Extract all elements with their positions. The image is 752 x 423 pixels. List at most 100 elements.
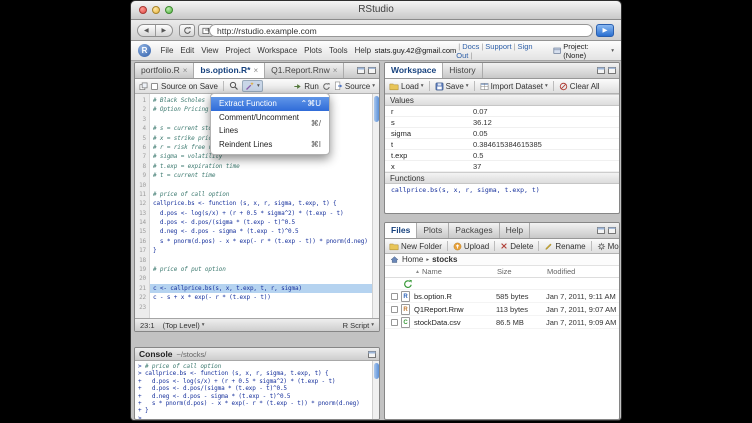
file-name[interactable]: Q1Report.Rnw [414, 305, 496, 314]
files-tab-files[interactable]: Files [385, 223, 417, 238]
breadcrumb-stocks[interactable]: stocks [432, 255, 457, 264]
maximize-pane-icon[interactable] [368, 351, 376, 358]
back-button[interactable]: ◀ [138, 25, 155, 36]
menu-tools[interactable]: Tools [325, 41, 351, 61]
files-tab-packages[interactable]: Packages [449, 223, 499, 238]
column-size[interactable]: Size [497, 267, 547, 276]
workspace-value-row[interactable]: t.exp0.5 [385, 150, 619, 161]
url-field[interactable] [209, 24, 593, 37]
project-selector[interactable]: Project: (None) ▾ [553, 42, 614, 60]
editor-line[interactable]: 22c - s + x * exp(- r * (t.exp - t)) [135, 293, 379, 302]
file-row[interactable]: Rbs.option.R585 bytesJan 7, 2011, 9:11 A… [385, 290, 619, 303]
editor-scrollbar[interactable] [372, 94, 379, 318]
new-folder-button[interactable]: New Folder [389, 242, 442, 251]
column-name[interactable]: ▲ Name [385, 267, 497, 276]
column-modified[interactable]: Modified [547, 267, 575, 276]
rerun-icon[interactable] [322, 82, 331, 91]
editor-line[interactable]: 16 s * pnorm(d.pos) - x * exp(- r * (t.e… [135, 237, 379, 246]
maximize-pane-icon[interactable] [608, 227, 616, 234]
scrollbar-thumb[interactable] [374, 96, 379, 122]
load-button[interactable]: Load ▾ [389, 82, 424, 91]
source-tab-portfolio-r[interactable]: portfolio.R× [135, 63, 194, 78]
find-icon[interactable] [229, 81, 239, 91]
menu-plots[interactable]: Plots [301, 41, 326, 61]
editor-line[interactable]: 23 [135, 303, 379, 312]
forward-button[interactable]: ▶ [155, 25, 173, 36]
workspace-tab-history[interactable]: History [443, 63, 482, 78]
save-button[interactable]: Save ▾ [435, 82, 469, 91]
editor-line[interactable]: 19# price of put option [135, 265, 379, 274]
home-icon[interactable] [390, 255, 399, 264]
scope-selector[interactable]: (Top Level) ▾ [163, 321, 205, 330]
close-icon[interactable]: × [183, 63, 188, 78]
more-button[interactable]: More ▾ [597, 242, 620, 251]
zoom-window-button[interactable] [165, 6, 173, 14]
link-support[interactable]: Support [485, 42, 511, 51]
workspace-tab-workspace[interactable]: Workspace [385, 63, 443, 78]
import-dataset-button[interactable]: Import Dataset ▾ [480, 82, 548, 91]
window-titlebar[interactable]: RStudio [131, 1, 621, 20]
code-tools-button[interactable]: ▾ [242, 80, 263, 92]
rename-button[interactable]: Rename [544, 242, 585, 251]
workspace-value-row[interactable]: x37 [385, 161, 619, 172]
close-icon[interactable]: × [253, 63, 258, 78]
file-row[interactable]: CstockData.csv86.5 MBJan 7, 2011, 9:09 A… [385, 316, 619, 329]
editor-line[interactable]: 9# t = current time [135, 171, 379, 180]
menu-workspace[interactable]: Workspace [254, 41, 301, 61]
editor-line[interactable]: 15 d.neg <- d.pos - sigma * (t.exp - t)^… [135, 227, 379, 236]
editor-line[interactable]: 14 d.pos <- d.pos/(sigma * (t.exp - t)^0… [135, 218, 379, 227]
checkbox[interactable] [391, 306, 398, 313]
run-button[interactable]: Run [293, 82, 319, 91]
function-signature[interactable]: callprice.bs(s, x, r, sigma, t.exp, t) [385, 184, 619, 196]
link-docs[interactable]: Docs [462, 42, 479, 51]
breadcrumb-home[interactable]: Home [402, 255, 423, 264]
reload-button[interactable] [179, 24, 195, 37]
checkbox[interactable] [391, 319, 398, 326]
editor-line[interactable]: 13 d.pos <- log(s/x) + (r + 0.5 * sigma^… [135, 209, 379, 218]
menu-help[interactable]: Help [351, 41, 374, 61]
workspace-value-row[interactable]: s36.12 [385, 117, 619, 128]
maximize-pane-icon[interactable] [608, 67, 616, 74]
file-name[interactable]: bs.option.R [414, 292, 496, 301]
clear-all-button[interactable]: Clear All [559, 82, 600, 91]
menu-project[interactable]: Project [222, 41, 254, 61]
source-tab-bs-option-r[interactable]: bs.option.R*× [194, 63, 265, 78]
close-window-button[interactable] [139, 6, 147, 14]
menu-item-reindent-lines[interactable]: Reindent Lines⌘I [211, 138, 329, 152]
workspace-value-row[interactable]: r0.07 [385, 106, 619, 117]
minimize-pane-icon[interactable] [597, 67, 605, 74]
menu-edit[interactable]: Edit [177, 41, 198, 61]
go-button[interactable]: ▶ [596, 24, 614, 37]
console-scrollbar[interactable] [372, 361, 379, 419]
source-on-save-checkbox[interactable] [151, 83, 158, 90]
file-name[interactable]: stockData.csv [414, 318, 496, 327]
source-tab-q1-report-rnw[interactable]: Q1.Report.Rnw× [265, 63, 344, 78]
parent-directory-row[interactable] [385, 278, 619, 290]
source-button[interactable]: Source ▾ [334, 81, 375, 91]
editor-line[interactable]: 8# t.exp = expiration time [135, 162, 379, 171]
upload-button[interactable]: Upload [453, 242, 489, 251]
editor-line[interactable]: 21c <- callprice.bs(s, x, t.exp, t, r, s… [135, 284, 379, 293]
refresh-up-icon[interactable] [403, 279, 413, 289]
editor-line[interactable]: 17} [135, 246, 379, 255]
checkbox[interactable] [391, 293, 398, 300]
editor-line[interactable]: 20 [135, 274, 379, 283]
workspace-value-row[interactable]: t0.384615384615385 [385, 139, 619, 150]
files-tab-plots[interactable]: Plots [417, 223, 449, 238]
maximize-pane-icon[interactable] [368, 67, 376, 74]
close-icon[interactable]: × [333, 63, 338, 78]
console-output[interactable]: > # price of call option> callprice.bs <… [135, 361, 372, 419]
file-type-selector[interactable]: R Script ▾ [343, 321, 374, 330]
minimize-pane-icon[interactable] [357, 67, 365, 74]
editor-line[interactable]: 10 [135, 181, 379, 190]
minimize-pane-icon[interactable] [597, 227, 605, 234]
editor-line[interactable]: 11# price of call option [135, 190, 379, 199]
file-row[interactable]: RQ1Report.Rnw113 bytesJan 7, 2011, 9:07 … [385, 303, 619, 316]
files-tab-help[interactable]: Help [500, 223, 530, 238]
menu-item-comment-uncomment-lines[interactable]: Comment/Uncomment Lines⌘/ [211, 111, 329, 138]
workspace-value-row[interactable]: sigma0.05 [385, 128, 619, 139]
menu-view[interactable]: View [198, 41, 222, 61]
menu-file[interactable]: File [157, 41, 177, 61]
popout-icon[interactable] [139, 82, 148, 91]
menu-item-extract-function[interactable]: Extract Function⌃⌘U [211, 97, 329, 111]
